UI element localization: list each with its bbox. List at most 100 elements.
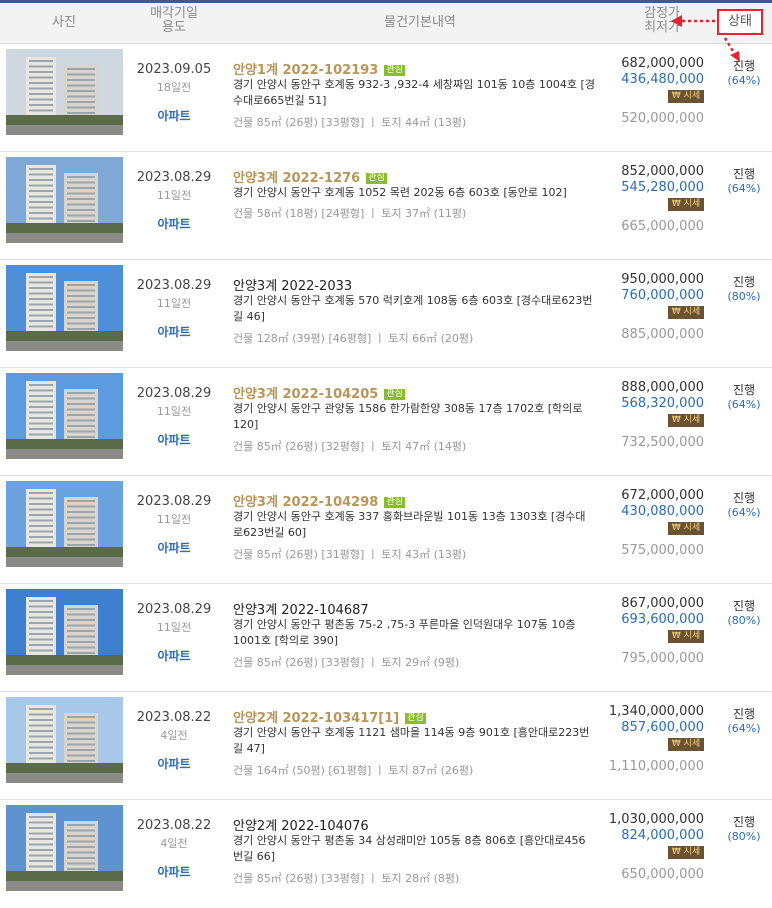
area-info: 건물 164㎡ (50평) [61평형] ㅣ 토지 87㎡ (26평)	[233, 764, 474, 777]
market-price-label[interactable]: 시세	[684, 199, 701, 209]
status-percent: (80%)	[727, 830, 761, 843]
appraisal-price: 672,000,000	[621, 488, 704, 503]
case-number-link[interactable]: 안양3계 2022-104687	[233, 599, 369, 618]
property-photo[interactable]	[6, 49, 123, 135]
market-price-label[interactable]: 시세	[684, 523, 701, 533]
market-price-button[interactable]: ₩ 시세	[668, 90, 704, 103]
days-remaining: 11일전	[156, 405, 192, 418]
appraisal-price: 867,000,000	[621, 596, 704, 611]
market-estimate: 1,110,000,000	[608, 759, 704, 774]
listing-row[interactable]: 2023.08.29 11일전 아파트 안양3계 2022-1276 관심 경기 …	[0, 152, 772, 260]
minimum-price: 568,320,000	[621, 396, 704, 411]
property-usage[interactable]: 아파트	[130, 755, 218, 772]
case-number-link[interactable]: 안양2계 2022-104076	[233, 815, 369, 834]
market-price-button[interactable]: ₩ 시세	[668, 846, 704, 859]
property-address: 경기 안양시 동안구 호계동 337 홍화브라운빌 101동 13층 1303호…	[233, 510, 586, 539]
market-price-label[interactable]: 시세	[684, 415, 701, 425]
market-price-button[interactable]: ₩ 시세	[668, 306, 704, 319]
property-photo[interactable]	[6, 373, 123, 459]
header-price[interactable]: 감정가 최저가	[606, 7, 680, 35]
property-photo[interactable]	[6, 157, 123, 243]
apartment-photo-icon	[6, 373, 123, 459]
case-number-link[interactable]: 안양3계 2022-104298 관심	[233, 491, 405, 510]
listing-row[interactable]: 2023.08.29 11일전 아파트 안양3계 2022-104205 관심 경…	[0, 368, 772, 476]
status-label: 진행	[732, 815, 756, 829]
case-number[interactable]: 안양3계 2022-104687	[233, 603, 369, 618]
market-price-label[interactable]: 시세	[684, 91, 701, 101]
market-price-label[interactable]: 시세	[684, 631, 701, 641]
market-price-label[interactable]: 시세	[684, 847, 701, 857]
interest-tag: 관심	[384, 497, 405, 508]
header-date: 매각기일	[150, 6, 198, 21]
days-remaining: 4일전	[160, 837, 188, 850]
auction-date: 2023.09.05	[136, 62, 212, 77]
case-number-link[interactable]: 안양2계 2022-103417[1] 관심	[233, 707, 426, 726]
market-price-button[interactable]: ₩ 시세	[668, 198, 704, 211]
appraisal-price: 950,000,000	[621, 272, 704, 287]
property-usage[interactable]: 아파트	[130, 539, 218, 556]
property-usage[interactable]: 아파트	[130, 431, 218, 448]
property-usage[interactable]: 아파트	[130, 323, 218, 340]
case-number-link[interactable]: 안양3계 2022-2033	[233, 275, 352, 294]
apartment-photo-icon	[6, 481, 123, 567]
property-photo[interactable]	[6, 265, 123, 351]
property-photo[interactable]	[6, 697, 123, 783]
apartment-photo-icon	[6, 805, 123, 891]
listing-row[interactable]: 2023.08.29 11일전 아파트 안양3계 2022-2033 경기 안양…	[0, 260, 772, 368]
header-appraisal[interactable]: 감정가	[606, 7, 680, 21]
case-number[interactable]: 안양3계 2022-104298	[233, 495, 378, 510]
days-remaining: 11일전	[156, 189, 192, 202]
market-estimate: 665,000,000	[621, 219, 704, 234]
property-photo[interactable]	[6, 481, 123, 567]
area-info: 건물 85㎡ (26평) [31평형] ㅣ 토지 43㎡ (13평)	[233, 548, 467, 561]
minimum-price: 760,000,000	[621, 288, 704, 303]
listing-row[interactable]: 2023.08.29 11일전 아파트 안양3계 2022-104298 관심 경…	[0, 476, 772, 584]
case-number-link[interactable]: 안양3계 2022-1276 관심	[233, 167, 387, 186]
area-info: 건물 58㎡ (18평) [24평형] ㅣ 토지 37㎡ (11평)	[233, 207, 467, 220]
property-usage[interactable]: 아파트	[130, 863, 218, 880]
case-number[interactable]: 안양3계 2022-1276	[233, 171, 360, 186]
market-estimate: 885,000,000	[621, 327, 704, 342]
case-number[interactable]: 안양1계 2022-102193	[233, 63, 378, 78]
market-price-label[interactable]: 시세	[684, 307, 701, 317]
market-price-button[interactable]: ₩ 시세	[668, 414, 704, 427]
auction-date: 2023.08.29	[136, 602, 212, 617]
area-info: 건물 85㎡ (26평) [33평형] ㅣ 토지 29㎡ (9평)	[233, 656, 460, 669]
market-price-button[interactable]: ₩ 시세	[668, 738, 704, 751]
market-price-button[interactable]: ₩ 시세	[668, 630, 704, 643]
property-usage[interactable]: 아파트	[130, 107, 218, 124]
status-percent: (64%)	[727, 398, 761, 411]
case-number-link[interactable]: 안양1계 2022-102193 관심	[233, 59, 405, 78]
header-minimum[interactable]: 최저가	[606, 21, 680, 35]
property-address: 경기 안양시 동안구 호계동 1121 샘마을 114동 9층 901호 [흥안…	[233, 726, 590, 755]
case-number[interactable]: 안양2계 2022-103417[1]	[233, 711, 399, 726]
listing-row[interactable]: 2023.08.29 11일전 아파트 안양3계 2022-104687 경기 …	[0, 584, 772, 692]
appraisal-price: 1,340,000,000	[608, 704, 704, 719]
case-number[interactable]: 안양2계 2022-104076	[233, 819, 369, 834]
property-address: 경기 안양시 동안구 호계동 932-3 ,932-4 세창짜임 101동 10…	[233, 78, 595, 107]
property-usage[interactable]: 아파트	[130, 647, 218, 664]
appraisal-price: 682,000,000	[621, 56, 704, 71]
listing-row[interactable]: 2023.08.22 4일전 아파트 안양2계 2022-103417[1] 관심…	[0, 692, 772, 800]
case-number[interactable]: 안양3계 2022-104205	[233, 387, 378, 402]
header-usage: 용도	[162, 20, 186, 35]
header-status-highlight[interactable]: 상태	[717, 9, 763, 35]
market-price-label[interactable]: 시세	[684, 739, 701, 749]
days-remaining: 11일전	[156, 297, 192, 310]
property-photo[interactable]	[6, 805, 123, 891]
market-price-button[interactable]: ₩ 시세	[668, 522, 704, 535]
status-percent: (80%)	[727, 614, 761, 627]
appraisal-price: 852,000,000	[621, 164, 704, 179]
days-remaining: 4일전	[160, 729, 188, 742]
minimum-price: 545,280,000	[621, 180, 704, 195]
minimum-price: 857,600,000	[621, 720, 704, 735]
case-number[interactable]: 안양3계 2022-2033	[233, 279, 352, 294]
case-number-link[interactable]: 안양3계 2022-104205 관심	[233, 383, 405, 402]
status-label: 진행	[732, 599, 756, 613]
apartment-photo-icon	[6, 49, 123, 135]
listing-row[interactable]: 2023.08.22 4일전 아파트 안양2계 2022-104076 경기 안…	[0, 800, 772, 908]
property-photo[interactable]	[6, 589, 123, 675]
listing-row[interactable]: 2023.09.05 18일전 아파트 안양1계 2022-102193 관심 경…	[0, 44, 772, 152]
apartment-photo-icon	[6, 265, 123, 351]
property-usage[interactable]: 아파트	[130, 215, 218, 232]
